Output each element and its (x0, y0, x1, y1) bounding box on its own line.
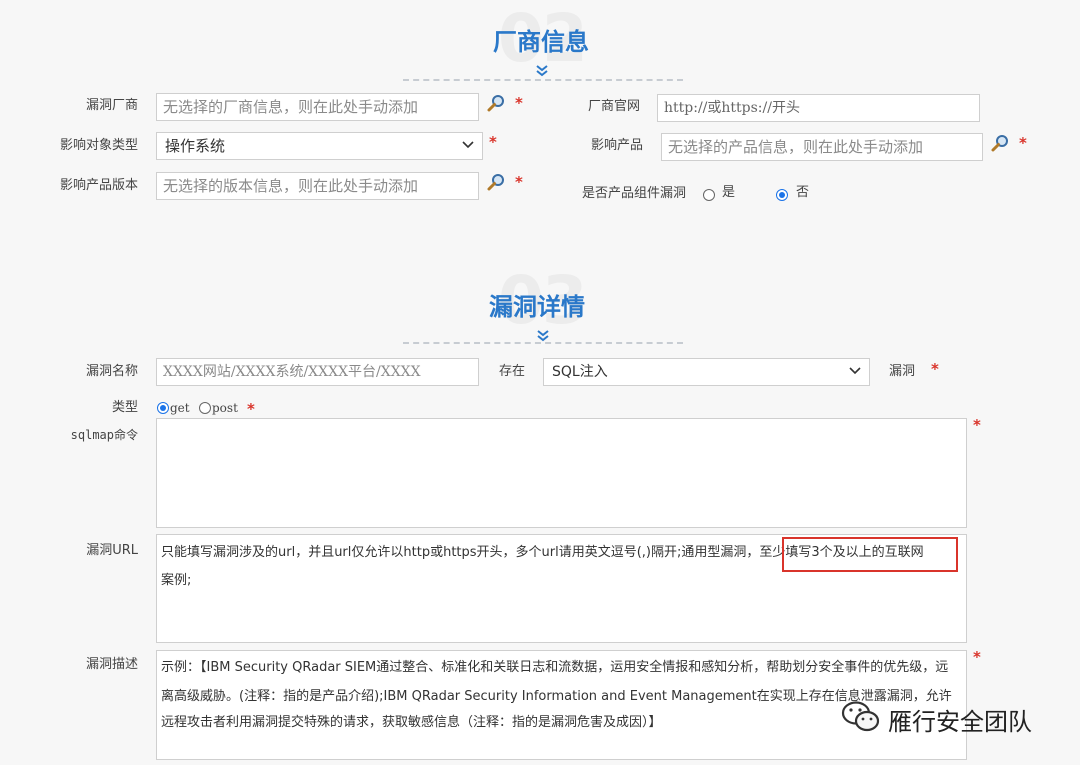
required-mark: * (1019, 134, 1027, 152)
vuln-desc-line: 离高级威胁。(注释：指的是产品介绍);IBM QRadar Security I… (161, 689, 952, 704)
component-vuln-label: 是否产品组件漏洞 (581, 186, 686, 201)
magnifier-icon[interactable] (486, 94, 506, 114)
vuln-url-hint-text: 只能填写漏洞涉及的url，并且url仅允许以http或https开头，多个url… (161, 545, 760, 560)
required-mark: * (515, 173, 523, 191)
product-version-label: 影响产品版本 (59, 178, 138, 193)
section-divider (403, 79, 683, 81)
required-mark: * (515, 94, 523, 112)
section-divider (403, 342, 683, 344)
wechat-icon (841, 701, 880, 732)
request-type-radio-post[interactable] (199, 402, 211, 414)
highlight-box (782, 537, 958, 572)
vuln-desc-label: 漏洞描述 (85, 657, 138, 672)
vuln-url-hint-line2: 案例; (161, 573, 192, 588)
vendor-site-input[interactable]: http://或https://开头 (657, 94, 980, 122)
required-mark: * (973, 416, 981, 434)
target-type-label: 影响对象类型 (59, 138, 138, 153)
wechat-watermark-text: 雁行安全团队 (888, 708, 1032, 736)
section-title-detail: 漏洞详情 (489, 293, 585, 321)
component-vuln-radio-no[interactable] (776, 189, 788, 201)
section-title-vendor: 厂商信息 (493, 28, 589, 56)
product-version-input[interactable]: 无选择的版本信息，则在此处手动添加 (156, 172, 479, 200)
vuln-vendor-input[interactable]: 无选择的厂商信息，则在此处手动添加 (156, 93, 479, 121)
vuln-type-select[interactable]: SQL注入 (543, 358, 870, 386)
exists-label: 存在 (499, 364, 526, 379)
component-vuln-yes-label: 是 (722, 185, 736, 200)
double-chevron-icon (536, 65, 548, 77)
vuln-name-label: 漏洞名称 (85, 364, 138, 379)
vuln-url-label: 漏洞URL (86, 543, 138, 558)
target-type-value: 操作系统 (165, 137, 226, 155)
sqlmap-label: sqlmap命令 (70, 428, 138, 442)
vuln-type-value: SQL注入 (552, 364, 608, 380)
required-mark: * (931, 360, 939, 378)
affected-product-input[interactable]: 无选择的产品信息，则在此处手动添加 (661, 133, 983, 161)
request-type-get-label: get (170, 401, 190, 415)
required-mark: * (489, 133, 497, 151)
chevron-down-icon (462, 141, 474, 149)
chevron-down-icon (849, 367, 861, 375)
vuln-vendor-label: 漏洞厂商 (85, 98, 138, 113)
affected-product-label: 影响产品 (590, 138, 643, 153)
sqlmap-textarea[interactable] (156, 418, 967, 528)
component-vuln-radio-yes[interactable] (703, 189, 715, 201)
required-mark: * (973, 648, 981, 666)
vuln-suffix-label: 漏洞 (889, 364, 916, 379)
vuln-desc-line: 示例：【IBM Security QRadar SIEM通过整合、标准化和关联日… (161, 660, 949, 675)
vuln-desc-line: 远程攻击者利用漏洞提交特殊的请求，获取敏感信息（注释：指的是漏洞危害及成因）】 (161, 715, 662, 730)
request-type-post-label: post (212, 401, 238, 415)
request-type-label: 类型 (111, 400, 138, 415)
vendor-site-label: 厂商官网 (587, 99, 640, 114)
required-mark: * (247, 400, 255, 418)
magnifier-icon[interactable] (990, 134, 1010, 154)
double-chevron-icon (537, 330, 549, 342)
magnifier-icon[interactable] (486, 173, 506, 193)
target-type-select[interactable]: 操作系统 (156, 132, 483, 160)
request-type-radio-get[interactable] (157, 402, 169, 414)
vuln-name-input[interactable]: XXXX网站/XXXX系统/XXXX平台/XXXX (156, 358, 479, 386)
component-vuln-no-label: 否 (796, 185, 810, 200)
